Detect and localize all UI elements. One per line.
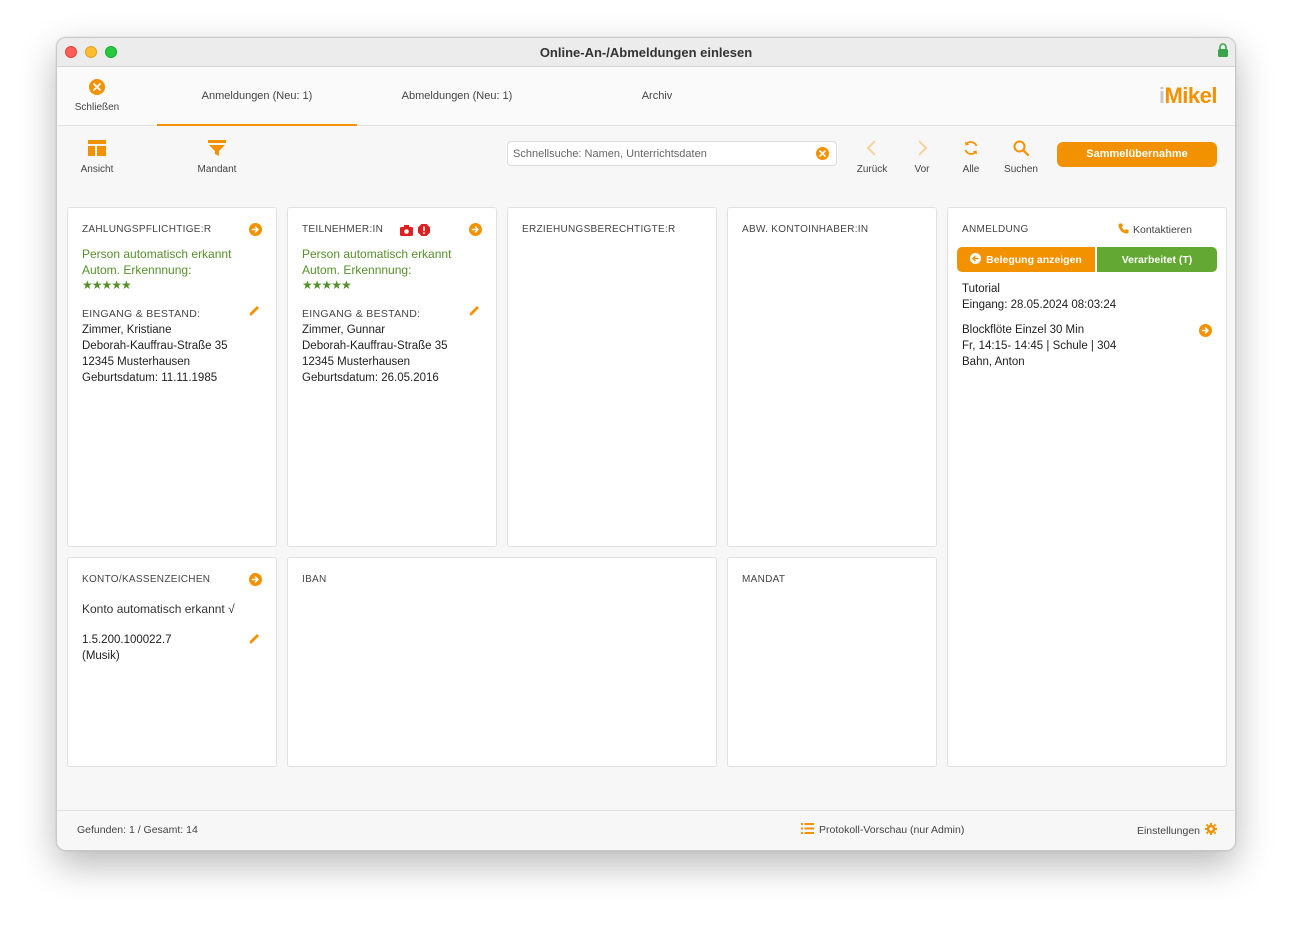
- chevron-left-icon: [864, 140, 880, 160]
- course-name: Blockflöte Einzel 30 Min: [962, 324, 1085, 336]
- back-button-label: Zurück: [856, 164, 888, 175]
- participant-rating-stars: ★★★★★: [302, 278, 352, 292]
- close-circle-icon: [89, 79, 105, 99]
- show-booking-button[interactable]: Belegung anzeigen: [957, 247, 1095, 272]
- course-schedule: Fr, 14:15- 14:45 | Schule | 304: [962, 340, 1117, 352]
- registration-received: Eingang: 28.05.2024 08:03:24: [962, 299, 1117, 311]
- search-icon: [1013, 140, 1030, 160]
- payer-card: ZAHLUNGSPFLICHTIGE:R Person automatisch …: [67, 207, 277, 547]
- account-heading: KONTO/KASSENZEICHEN: [82, 574, 211, 585]
- gear-icon: [1205, 823, 1217, 838]
- pencil-icon[interactable]: [248, 632, 261, 650]
- show-all-button[interactable]: Alle: [954, 140, 988, 175]
- chevron-right-icon: [914, 140, 930, 160]
- camera-icon[interactable]: [400, 223, 413, 241]
- search-button-label: Suchen: [1004, 164, 1038, 175]
- payer-name: Zimmer, Kristiane: [82, 324, 172, 336]
- app-window: Online-An-/Abmeldungen einlesen Schließe…: [56, 37, 1236, 851]
- participant-recognized-status: Person automatisch erkannt: [302, 247, 452, 261]
- registration-source: Tutorial: [962, 283, 1000, 295]
- arrow-right-circle-icon[interactable]: [1199, 324, 1212, 342]
- account-holder-card: ABW. KONTOINHABER:IN: [727, 207, 937, 547]
- payer-city: 12345 Musterhausen: [82, 356, 191, 368]
- client-filter-label: Mandant: [197, 164, 237, 175]
- forward-button[interactable]: Vor: [905, 140, 939, 175]
- participant-entry-label: EINGANG & BESTAND:: [302, 308, 421, 320]
- top-navigation: Schließen Anmeldungen (Neu: 1) Abmeldung…: [57, 67, 1235, 126]
- guardian-heading: ERZIEHUNGSBERECHTIGTE:R: [522, 224, 676, 235]
- course-teacher: Bahn, Anton: [962, 356, 1025, 368]
- toolbar: Ansicht Mandant Zurück Vor: [57, 126, 1235, 186]
- tab-anmeldungen[interactable]: Anmeldungen (Neu: 1): [157, 67, 357, 126]
- account-card: KONTO/KASSENZEICHEN Konto automatisch er…: [67, 557, 277, 767]
- title-bar: Online-An-/Abmeldungen einlesen: [57, 38, 1235, 67]
- quick-search-input[interactable]: [513, 146, 803, 162]
- iban-card: IBAN: [287, 557, 717, 767]
- view-button[interactable]: Ansicht: [77, 140, 117, 175]
- log-preview-button[interactable]: Protokoll-Vorschau (nur Admin): [801, 823, 964, 837]
- pencil-icon[interactable]: [468, 304, 481, 322]
- imikel-logo: i Mikel: [1158, 83, 1218, 108]
- contact-label: Kontaktieren: [1133, 224, 1192, 236]
- payer-recognized-status: Person automatisch erkannt: [82, 247, 232, 261]
- close-button-label: Schließen: [74, 102, 120, 113]
- registration-heading: ANMELDUNG: [962, 224, 1029, 235]
- payer-rating-stars: ★★★★★: [82, 278, 132, 292]
- quick-search-box: [507, 141, 837, 166]
- payer-street: Deborah-Kauffrau-Straße 35: [82, 340, 228, 352]
- mandate-heading: MANDAT: [742, 574, 786, 585]
- forward-button-label: Vor: [914, 164, 930, 175]
- participant-birthdate: Geburtsdatum: 26.05.2016: [302, 372, 439, 384]
- account-status: Konto automatisch erkannt √: [82, 602, 235, 616]
- guardian-card: ERZIEHUNGSBERECHTIGTE:R: [507, 207, 717, 547]
- participant-card: TEILNEHMER:IN Person automatisch erkannt…: [287, 207, 497, 547]
- account-note: (Musik): [82, 650, 120, 662]
- status-bar: Gefunden: 1 / Gesamt: 14 Protokoll-Vorsc…: [57, 810, 1235, 850]
- lock-icon: [1217, 43, 1229, 57]
- participant-recognition-label: Autom. Erkennnung:: [302, 263, 412, 277]
- tab-abmeldungen[interactable]: Abmeldungen (Neu: 1): [357, 67, 557, 126]
- arrow-right-circle-icon[interactable]: [249, 573, 262, 591]
- participant-name: Zimmer, Gunnar: [302, 324, 386, 336]
- participant-heading: TEILNEHMER:IN: [302, 224, 384, 235]
- mandate-card: MANDAT: [727, 557, 937, 767]
- arrow-right-circle-icon[interactable]: [469, 223, 482, 241]
- show-booking-label: Belegung anzeigen: [986, 253, 1082, 266]
- registration-card: ANMELDUNG Kontaktieren Belegung anzeigen…: [947, 207, 1227, 767]
- search-button[interactable]: Suchen: [1001, 140, 1041, 175]
- payer-recognition-label: Autom. Erkennnung:: [82, 263, 192, 277]
- payer-entry-label: EINGANG & BESTAND:: [82, 308, 201, 320]
- account-holder-heading: ABW. KONTOINHABER:IN: [742, 224, 869, 235]
- layout-icon: [88, 140, 106, 160]
- clear-search-icon[interactable]: [816, 147, 829, 165]
- view-button-label: Ansicht: [80, 164, 114, 175]
- payer-birthdate: Geburtsdatum: 11.11.1985: [82, 372, 218, 384]
- log-preview-label: Protokoll-Vorschau (nur Admin): [819, 824, 965, 836]
- settings-button[interactable]: Einstellungen: [1137, 823, 1217, 838]
- account-number: 1.5.200.100022.7: [82, 634, 172, 646]
- participant-city: 12345 Musterhausen: [302, 356, 411, 368]
- alert-icon[interactable]: [418, 223, 430, 241]
- show-all-label: Alle: [962, 164, 980, 175]
- participant-street: Deborah-Kauffrau-Straße 35: [302, 340, 448, 352]
- tab-archiv[interactable]: Archiv: [557, 67, 757, 126]
- payer-heading: ZAHLUNGSPFLICHTIGE:R: [82, 224, 212, 235]
- iban-heading: IBAN: [302, 574, 327, 585]
- contact-button[interactable]: Kontaktieren: [1118, 223, 1192, 237]
- phone-icon: [1118, 223, 1129, 237]
- back-button[interactable]: Zurück: [852, 140, 892, 175]
- arrow-right-circle-icon[interactable]: [249, 223, 262, 241]
- close-button[interactable]: Schließen: [67, 79, 127, 113]
- refresh-icon: [963, 141, 979, 160]
- list-icon: [801, 823, 814, 837]
- pencil-icon[interactable]: [248, 304, 261, 322]
- arrow-left-circle-icon: [970, 252, 982, 267]
- settings-label: Einstellungen: [1136, 824, 1200, 837]
- filter-icon: [208, 140, 226, 160]
- client-filter-button[interactable]: Mandant: [192, 140, 242, 175]
- bulk-import-button[interactable]: Sammelübernahme: [1057, 142, 1217, 167]
- processed-button[interactable]: Verarbeitet (T): [1097, 247, 1217, 272]
- window-title: Online-An-/Abmeldungen einlesen: [539, 45, 753, 60]
- result-count: Gefunden: 1 / Gesamt: 14: [77, 824, 198, 836]
